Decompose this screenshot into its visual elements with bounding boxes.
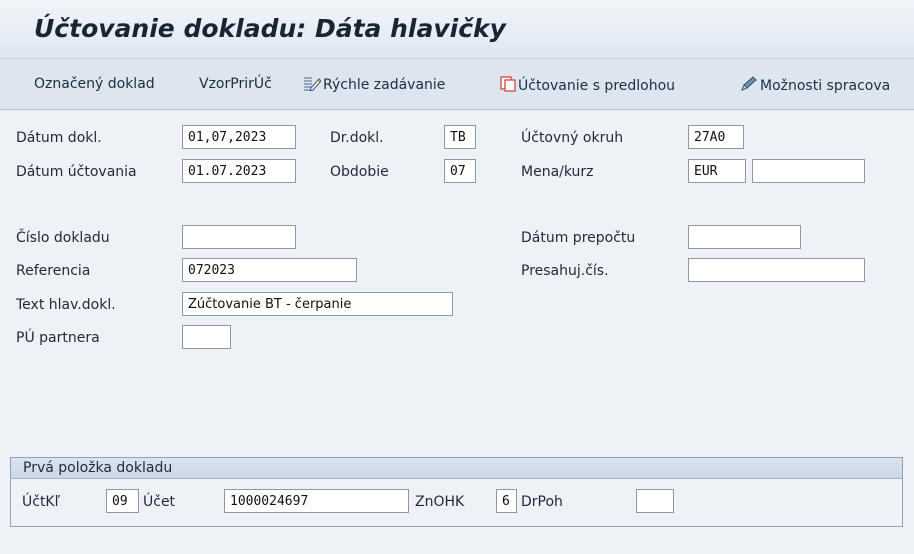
special-gl-label: ZnOHK [415, 494, 465, 510]
translation-date-label: Dátum prepočtu [521, 230, 636, 246]
doc-date-field[interactable]: 01,07,2023 [182, 125, 296, 149]
posting-key-label: ÚčtKľ [22, 494, 60, 510]
copy-template-icon [500, 76, 516, 96]
posting-date-field[interactable]: 01.07.2023 [182, 159, 296, 183]
doc-number-field[interactable] [182, 225, 296, 249]
currency-label: Mena/kurz [521, 164, 594, 180]
first-item-group-header: Prvá položka dokladu [11, 458, 902, 479]
reference-field[interactable]: 072023 [182, 258, 357, 282]
post-with-reference-button[interactable]: Účtovanie s predlohou [500, 76, 675, 96]
first-item-title: Prvá položka dokladu [23, 460, 173, 476]
special-gl-field[interactable]: 6 [496, 489, 517, 513]
toolbar-label: VzorPrirÚč [199, 76, 272, 92]
first-item-group: Prvá položka dokladu [10, 457, 903, 527]
application-toolbar: Označený doklad VzorPrirÚč Rýchle zadáva… [0, 58, 914, 110]
template-button[interactable]: VzorPrirÚč [199, 76, 272, 92]
doc-number-label: Číslo dokladu [16, 230, 110, 246]
account-label: Účet [143, 494, 176, 510]
transaction-type-label: DrPoh [521, 494, 563, 510]
company-code-field[interactable]: 27A0 [688, 125, 744, 149]
account-field[interactable]: 1000024697 [224, 489, 409, 513]
cross-cc-field[interactable] [688, 258, 865, 282]
translation-date-field[interactable] [688, 225, 801, 249]
fast-entry-icon [303, 76, 322, 95]
marked-document-button[interactable]: Označený doklad [34, 76, 155, 92]
header-text-field[interactable]: Zúčtovanie BT - čerpanie [182, 292, 453, 316]
doc-type-field[interactable]: TB [444, 125, 476, 149]
reference-label: Referencia [16, 263, 91, 279]
header-text-label: Text hlav.dokl. [16, 297, 116, 313]
processing-options-button[interactable]: Možnosti spracova [740, 76, 890, 96]
doc-type-label: Dr.dokl. [330, 130, 384, 146]
exchange-rate-field[interactable] [752, 159, 865, 183]
partner-label: PÚ partnera [16, 330, 100, 346]
cross-cc-label: Presahuj.čís. [521, 263, 609, 279]
toolbar-label: Možnosti spracova [760, 78, 891, 94]
period-field[interactable]: 07 [444, 159, 476, 183]
fast-entry-button[interactable]: Rýchle zadávanie [303, 76, 445, 95]
pencil-icon [740, 76, 758, 96]
title-bar: Účtovanie dokladu: Dáta hlavičky [0, 0, 914, 58]
toolbar-label: Účtovanie s predlohou [518, 78, 676, 94]
posting-date-label: Dátum účtovania [16, 164, 137, 180]
page-title: Účtovanie dokladu: Dáta hlavičky [34, 14, 506, 43]
toolbar-label: Rýchle zadávanie [323, 77, 446, 93]
doc-date-label: Dátum dokl. [16, 130, 102, 146]
period-label: Obdobie [330, 164, 389, 180]
currency-field[interactable]: EUR [688, 159, 746, 183]
company-code-label: Účtovný okruh [521, 130, 624, 146]
posting-key-field[interactable]: 09 [106, 489, 139, 513]
partner-field[interactable] [182, 325, 231, 349]
transaction-type-field[interactable] [636, 489, 674, 513]
toolbar-label: Označený doklad [34, 76, 155, 92]
